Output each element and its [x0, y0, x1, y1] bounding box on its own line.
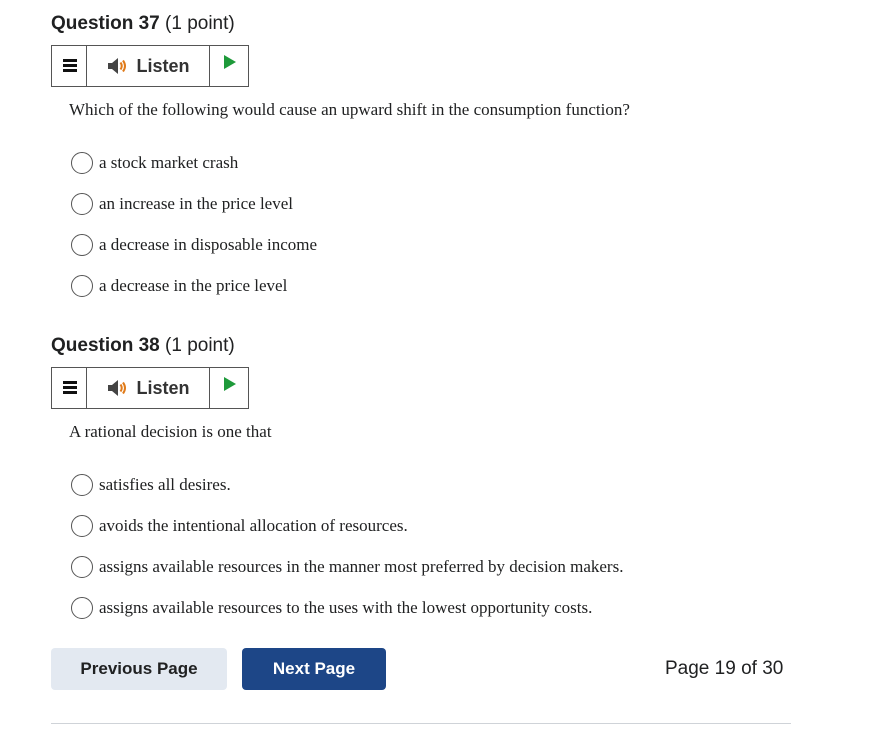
- radio-button[interactable]: [71, 234, 93, 256]
- answer-option[interactable]: assigns available resources to the uses …: [71, 595, 592, 621]
- listen-menu-button[interactable]: [52, 368, 87, 408]
- option-label: a stock market crash: [99, 153, 239, 172]
- answer-option[interactable]: assigns available resources in the manne…: [71, 554, 623, 580]
- radio-button[interactable]: [71, 152, 93, 174]
- question-number: Question 37: [51, 13, 160, 34]
- question-number: Question 38: [51, 335, 160, 356]
- question-38-header: Question 38 (1 point): [51, 335, 235, 357]
- play-button[interactable]: [210, 368, 248, 408]
- answer-option[interactable]: avoids the intentional allocation of res…: [71, 513, 408, 539]
- radio-button[interactable]: [71, 474, 93, 496]
- speaker-icon: [108, 380, 127, 396]
- listen-toolbar: Listen: [51, 45, 249, 87]
- question-prompt: Which of the following would cause an up…: [69, 100, 630, 119]
- listen-button[interactable]: Listen: [87, 368, 210, 408]
- answer-option[interactable]: a decrease in disposable income: [71, 232, 317, 258]
- question-37-header: Question 37 (1 point): [51, 13, 235, 35]
- speaker-icon: [108, 58, 127, 74]
- page-indicator: Page 19 of 30: [665, 658, 784, 679]
- play-icon: [224, 55, 236, 69]
- option-label: assigns available resources in the manne…: [99, 557, 624, 576]
- listen-button[interactable]: Listen: [87, 46, 210, 86]
- listen-label: Listen: [136, 55, 190, 76]
- menu-icon: [63, 59, 77, 74]
- listen-label: Listen: [136, 377, 190, 398]
- listen-menu-button[interactable]: [52, 46, 87, 86]
- option-label: a decrease in the price level: [99, 276, 288, 295]
- answer-option[interactable]: a decrease in the price level: [71, 273, 287, 299]
- radio-button[interactable]: [71, 597, 93, 619]
- radio-button[interactable]: [71, 515, 93, 537]
- radio-button[interactable]: [71, 556, 93, 578]
- radio-button[interactable]: [71, 193, 93, 215]
- option-label: a decrease in disposable income: [99, 235, 318, 254]
- question-prompt: A rational decision is one that: [69, 422, 272, 441]
- radio-button[interactable]: [71, 275, 93, 297]
- answer-option[interactable]: satisfies all desires.: [71, 472, 231, 498]
- option-label: an increase in the price level: [99, 194, 293, 213]
- option-label: avoids the intentional allocation of res…: [99, 516, 408, 535]
- answer-option[interactable]: an increase in the price level: [71, 191, 293, 217]
- answer-option[interactable]: a stock market crash: [71, 150, 238, 176]
- divider: [51, 723, 791, 724]
- play-button[interactable]: [210, 46, 248, 86]
- question-points: (1 point): [165, 335, 235, 356]
- question-points: (1 point): [165, 13, 235, 34]
- previous-page-button[interactable]: Previous Page: [51, 648, 227, 690]
- menu-icon: [63, 381, 77, 396]
- next-page-button[interactable]: Next Page: [242, 648, 386, 690]
- option-label: assigns available resources to the uses …: [99, 598, 593, 617]
- option-label: satisfies all desires.: [99, 475, 231, 494]
- play-icon: [224, 377, 236, 391]
- listen-toolbar: Listen: [51, 367, 249, 409]
